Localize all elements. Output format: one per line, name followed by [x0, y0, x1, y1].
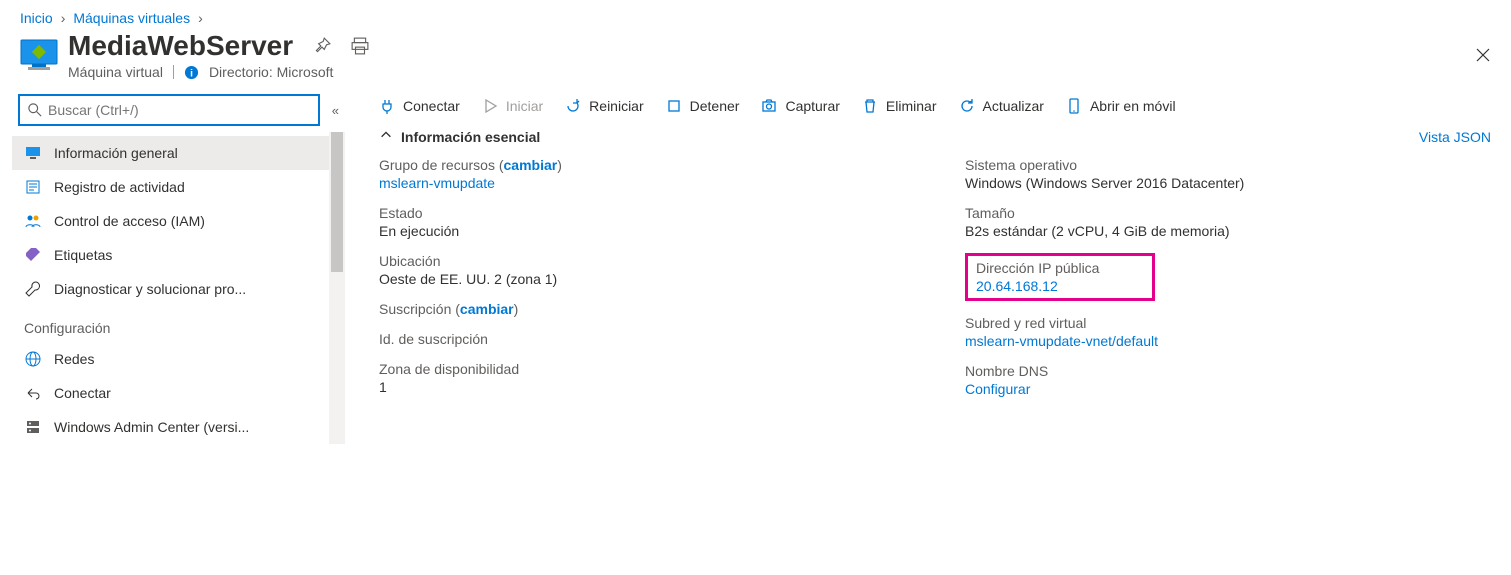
size-value: B2s estándar (2 vCPU, 4 GiB de memoria) — [965, 223, 1491, 239]
sidebar-item-iam[interactable]: Control de acceso (IAM) — [12, 204, 345, 238]
restart-icon — [565, 98, 581, 114]
directory-label: Directorio: Microsoft — [209, 64, 333, 80]
wrench-icon — [24, 280, 42, 298]
chevron-right-icon: › — [61, 10, 66, 26]
size-label: Tamaño — [965, 205, 1491, 221]
rg-change-link[interactable]: cambiar — [504, 157, 558, 173]
sidebar-item-label: Registro de actividad — [54, 179, 185, 195]
sidebar-item-label: Redes — [54, 351, 94, 367]
pin-icon[interactable] — [313, 37, 331, 55]
sidebar-section-config: Configuración — [12, 306, 345, 342]
vnet-label: Subred y red virtual — [965, 315, 1491, 331]
breadcrumb-home[interactable]: Inicio — [20, 10, 53, 26]
breadcrumb: Inicio › Máquinas virtuales › — [0, 0, 1511, 30]
rg-value[interactable]: mslearn-vmupdate — [379, 175, 905, 191]
ip-value[interactable]: 20.64.168.12 — [976, 278, 1144, 294]
location-value: Oeste de EE. UU. 2 (zona 1) — [379, 271, 905, 287]
zone-label: Zona de disponibilidad — [379, 361, 905, 377]
refresh-button[interactable]: Actualizar — [959, 98, 1044, 114]
toolbar: Conectar Iniciar Reiniciar Detener Captu… — [379, 88, 1491, 128]
content: Conectar Iniciar Reiniciar Detener Captu… — [345, 88, 1511, 444]
vm-icon — [20, 37, 58, 73]
os-value: Windows (Windows Server 2016 Datacenter) — [965, 175, 1491, 191]
search-input[interactable] — [48, 102, 310, 118]
resource-type: Máquina virtual — [68, 64, 163, 80]
page-header: MediaWebServer Máquina virtual i Directo… — [0, 30, 1511, 88]
server-icon — [24, 418, 42, 436]
location-label: Ubicación — [379, 253, 905, 269]
sidebar-item-label: Conectar — [54, 385, 111, 401]
chevron-right-icon: › — [198, 10, 203, 26]
public-ip-highlight: Dirección IP pública 20.64.168.12 — [965, 253, 1155, 301]
search-icon — [28, 103, 42, 117]
sidebar-item-label: Información general — [54, 145, 178, 161]
svg-text:i: i — [190, 68, 193, 79]
sidebar-item-connect[interactable]: Conectar — [12, 376, 345, 410]
start-button: Iniciar — [482, 98, 543, 114]
collapse-icon[interactable]: « — [332, 103, 339, 118]
essentials-grid: Grupo de recursos (cambiar) mslearn-vmup… — [379, 157, 1491, 411]
os-label: Sistema operativo — [965, 157, 1491, 173]
connect-button[interactable]: Conectar — [379, 98, 460, 114]
subid-label: Id. de suscripción — [379, 331, 905, 347]
essentials-title: Información esencial — [401, 129, 540, 145]
status-value: En ejecución — [379, 223, 905, 239]
sidebar: « Información general Registro de activi… — [0, 88, 345, 444]
sub-change-link[interactable]: cambiar — [460, 301, 514, 317]
scrollbar[interactable] — [329, 132, 345, 444]
globe-icon — [24, 350, 42, 368]
page-title: MediaWebServer — [68, 30, 293, 62]
sidebar-item-tags[interactable]: Etiquetas — [12, 238, 345, 272]
open-mobile-button[interactable]: Abrir en móvil — [1066, 98, 1176, 114]
close-icon[interactable] — [1475, 47, 1491, 63]
stop-button[interactable]: Detener — [666, 98, 740, 114]
iam-icon — [24, 212, 42, 230]
print-icon[interactable] — [351, 37, 369, 55]
monitor-icon — [24, 144, 42, 162]
status-label: Estado — [379, 205, 905, 221]
plug-icon — [379, 98, 395, 114]
sidebar-item-label: Diagnosticar y solucionar pro... — [54, 281, 246, 297]
activity-log-icon — [24, 178, 42, 196]
sidebar-item-activity[interactable]: Registro de actividad — [12, 170, 345, 204]
refresh-icon — [959, 98, 975, 114]
sidebar-item-overview[interactable]: Información general — [12, 136, 345, 170]
rg-label: Grupo de recursos (cambiar) — [379, 157, 905, 173]
dns-label: Nombre DNS — [965, 363, 1491, 379]
connect-icon — [24, 384, 42, 402]
tag-icon — [24, 246, 42, 264]
sidebar-item-label: Control de acceso (IAM) — [54, 213, 205, 229]
sidebar-item-label: Windows Admin Center (versi... — [54, 419, 249, 435]
sidebar-item-networking[interactable]: Redes — [12, 342, 345, 376]
dns-value[interactable]: Configurar — [965, 381, 1491, 397]
mobile-icon — [1066, 98, 1082, 114]
chevron-up-icon[interactable] — [379, 128, 393, 145]
vnet-value[interactable]: mslearn-vmupdate-vnet/default — [965, 333, 1491, 349]
breadcrumb-vms[interactable]: Máquinas virtuales — [73, 10, 190, 26]
capture-button[interactable]: Capturar — [761, 98, 839, 114]
capture-icon — [761, 98, 777, 114]
sidebar-item-wac[interactable]: Windows Admin Center (versi... — [12, 410, 345, 444]
restart-button[interactable]: Reiniciar — [565, 98, 643, 114]
play-icon — [482, 98, 498, 114]
sub-label: Suscripción (cambiar) — [379, 301, 905, 317]
json-view-link[interactable]: Vista JSON — [1419, 129, 1491, 145]
sidebar-item-label: Etiquetas — [54, 247, 112, 263]
sidebar-item-diagnose[interactable]: Diagnosticar y solucionar pro... — [12, 272, 345, 306]
delete-button[interactable]: Eliminar — [862, 98, 937, 114]
trash-icon — [862, 98, 878, 114]
info-icon[interactable]: i — [184, 65, 199, 80]
ip-label: Dirección IP pública — [976, 260, 1144, 276]
search-input-wrap[interactable] — [18, 94, 320, 126]
stop-icon — [666, 98, 682, 114]
zone-value: 1 — [379, 379, 905, 395]
essentials-header: Información esencial Vista JSON — [379, 128, 1491, 157]
divider — [173, 65, 174, 79]
